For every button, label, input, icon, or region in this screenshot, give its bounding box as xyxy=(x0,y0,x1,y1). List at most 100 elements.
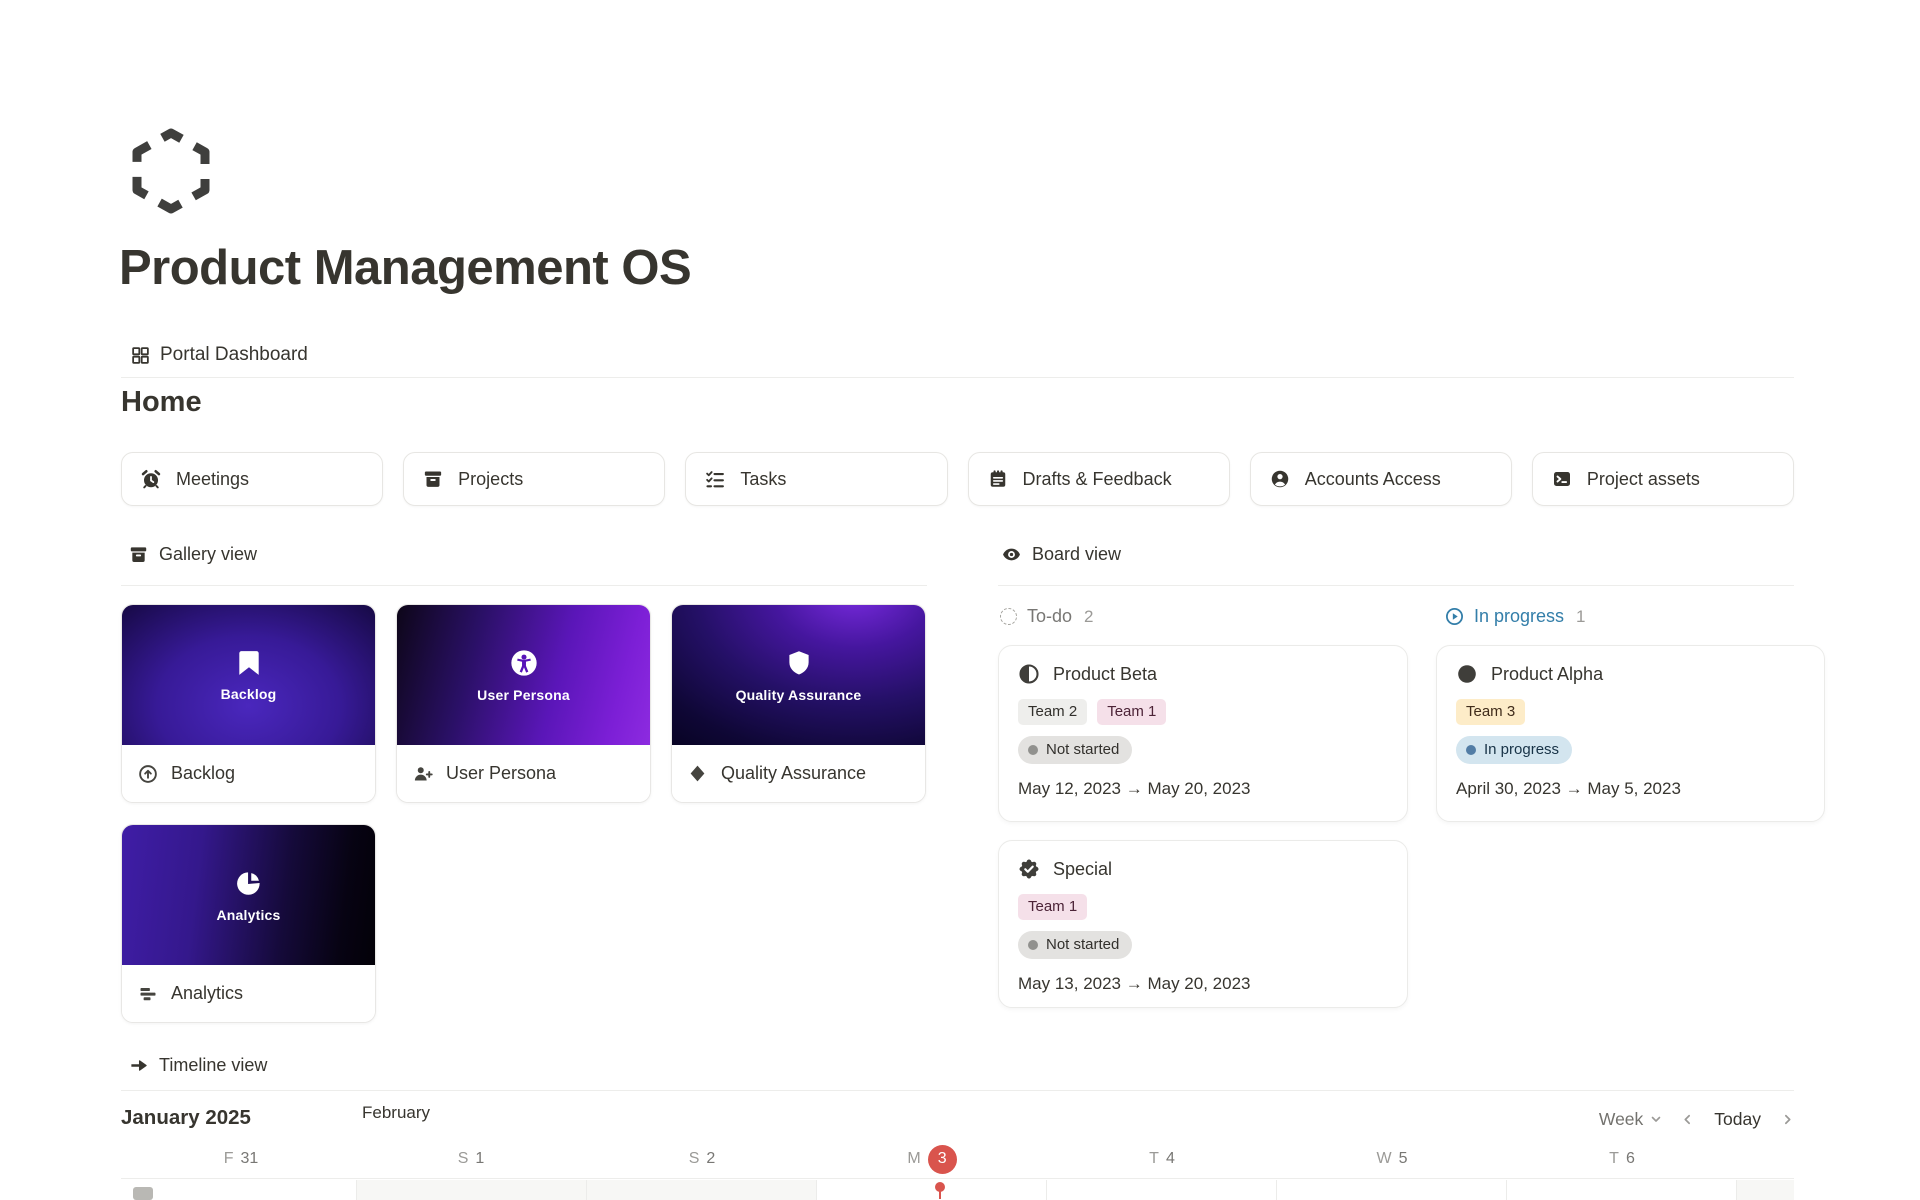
column-count: 1 xyxy=(1576,607,1585,627)
gallery-card-backlog[interactable]: Backlog Backlog xyxy=(121,604,376,803)
page-title: Product Management OS xyxy=(119,240,691,296)
gallery-card-quality-assurance[interactable]: Quality Assurance Quality Assurance xyxy=(671,604,926,803)
accessibility-icon xyxy=(509,648,539,678)
gridline xyxy=(1506,1180,1507,1200)
divider xyxy=(121,585,927,586)
card-footer: Quality Assurance xyxy=(672,745,925,802)
card-footer: Analytics xyxy=(122,965,375,1022)
status-dot xyxy=(1028,745,1038,755)
play-circle-icon xyxy=(1445,607,1464,626)
card-title: User Persona xyxy=(446,763,556,784)
notepad-icon xyxy=(988,469,1008,489)
tasks-button[interactable]: Tasks xyxy=(685,452,947,506)
terminal-icon xyxy=(1552,469,1572,489)
quick-link-label: Projects xyxy=(458,469,523,490)
meetings-button[interactable]: Meetings xyxy=(121,452,383,506)
team-tag: Team 1 xyxy=(1018,894,1087,920)
gallery-grid: Backlog Backlog xyxy=(121,604,927,1023)
section-title: Timeline view xyxy=(159,1055,267,1076)
chevron-right-icon[interactable] xyxy=(1781,1113,1794,1126)
card-cover: Backlog xyxy=(122,605,375,745)
card-title: Product Alpha xyxy=(1491,664,1603,685)
home-heading: Home xyxy=(121,386,202,419)
timeline-month-label: January 2025 xyxy=(121,1106,251,1130)
pie-chart-icon xyxy=(234,868,264,898)
quick-link-label: Meetings xyxy=(176,469,249,490)
card-cover: User Persona xyxy=(397,605,650,745)
day-header: T4 xyxy=(1112,1144,1212,1174)
timeline-zoom-select[interactable]: Week xyxy=(1599,1109,1662,1130)
cover-label: Backlog xyxy=(221,686,277,702)
gridline xyxy=(1276,1180,1277,1200)
status-badge: In progress xyxy=(1456,736,1572,764)
section-title: Gallery view xyxy=(159,544,257,565)
tab-label: Portal Dashboard xyxy=(160,344,308,366)
gridline xyxy=(586,1180,587,1200)
weekend-shading xyxy=(1736,1180,1794,1200)
cover-label: Quality Assurance xyxy=(736,687,862,703)
filled-circle-icon xyxy=(1456,663,1478,685)
grid-icon xyxy=(131,346,150,365)
board-view-header[interactable]: Board view xyxy=(1002,544,1121,565)
workspace-logo-hexagon-icon xyxy=(130,128,212,219)
card-cover: Quality Assurance xyxy=(672,605,925,745)
team-tag: Team 2 xyxy=(1018,699,1087,725)
timeline-next-month-label: February xyxy=(362,1103,430,1123)
archive-box-icon xyxy=(423,469,443,489)
team-tag: Team 3 xyxy=(1456,699,1525,725)
column-name: In progress xyxy=(1474,606,1564,627)
checklist-icon xyxy=(705,469,725,489)
badge-check-icon xyxy=(1018,858,1040,880)
board-card-product-alpha[interactable]: Product Alpha Team 3 In progress April 3… xyxy=(1436,645,1825,822)
tab-portal-dashboard[interactable]: Portal Dashboard xyxy=(129,340,316,370)
date-range: April 30, 2023 → May 5, 2023 xyxy=(1456,779,1805,799)
card-title: Special xyxy=(1053,859,1112,880)
column-count: 2 xyxy=(1084,607,1093,627)
card-cover: Analytics xyxy=(122,825,375,965)
bar-chart-icon xyxy=(138,984,158,1004)
board-column-in-progress[interactable]: In progress 1 xyxy=(1445,606,1586,627)
gallery-card-analytics[interactable]: Analytics Analytics xyxy=(121,824,376,1023)
quick-links-row: Meetings Projects xyxy=(121,452,1794,506)
timeline-view-header[interactable]: Timeline view xyxy=(129,1055,267,1076)
eye-icon xyxy=(1002,545,1021,564)
quick-link-label: Tasks xyxy=(740,469,786,490)
bookmark-icon xyxy=(236,649,262,677)
half-circle-icon xyxy=(1018,663,1040,685)
today-button[interactable]: Today xyxy=(1714,1109,1761,1130)
gallery-icon xyxy=(129,545,148,564)
day-header: T6 xyxy=(1572,1144,1672,1174)
card-title: Backlog xyxy=(171,763,235,784)
gallery-view-header[interactable]: Gallery view xyxy=(129,544,257,565)
alarm-clock-icon xyxy=(141,469,161,489)
status-dot xyxy=(1028,940,1038,950)
timeline-item-icon xyxy=(133,1187,153,1200)
today-marker: 3 xyxy=(928,1145,957,1174)
chevron-down-icon xyxy=(1650,1113,1662,1125)
gallery-card-user-persona[interactable]: User Persona User Persona xyxy=(396,604,651,803)
divider xyxy=(121,1090,1794,1091)
board-card-special[interactable]: Special Team 1 Not started May 13, 2023 … xyxy=(998,840,1408,1008)
drafts-feedback-button[interactable]: Drafts & Feedback xyxy=(968,452,1230,506)
projects-button[interactable]: Projects xyxy=(403,452,665,506)
gridline xyxy=(1046,1180,1047,1200)
cover-label: Analytics xyxy=(216,907,280,923)
board-card-product-beta[interactable]: Product Beta Team 2 Team 1 Not started M… xyxy=(998,645,1408,822)
chevron-left-icon[interactable] xyxy=(1681,1113,1694,1126)
project-assets-button[interactable]: Project assets xyxy=(1532,452,1794,506)
page: Product Management OS Portal Dashboard H… xyxy=(0,0,1920,1199)
status-badge: Not started xyxy=(1018,736,1132,764)
todo-status-icon xyxy=(1000,608,1017,625)
cover-label: User Persona xyxy=(477,687,570,703)
person-circle-icon xyxy=(1270,469,1290,489)
shield-icon xyxy=(785,648,813,678)
quick-link-label: Project assets xyxy=(1587,469,1700,490)
column-name: To-do xyxy=(1027,606,1072,627)
timeline-grid[interactable] xyxy=(121,1178,1794,1199)
card-footer: Backlog xyxy=(122,745,375,802)
accounts-access-button[interactable]: Accounts Access xyxy=(1250,452,1512,506)
card-title: Analytics xyxy=(171,983,243,1004)
board-column-todo[interactable]: To-do 2 xyxy=(1000,606,1094,627)
gridline xyxy=(1736,1180,1737,1200)
day-header: W5 xyxy=(1342,1144,1442,1174)
